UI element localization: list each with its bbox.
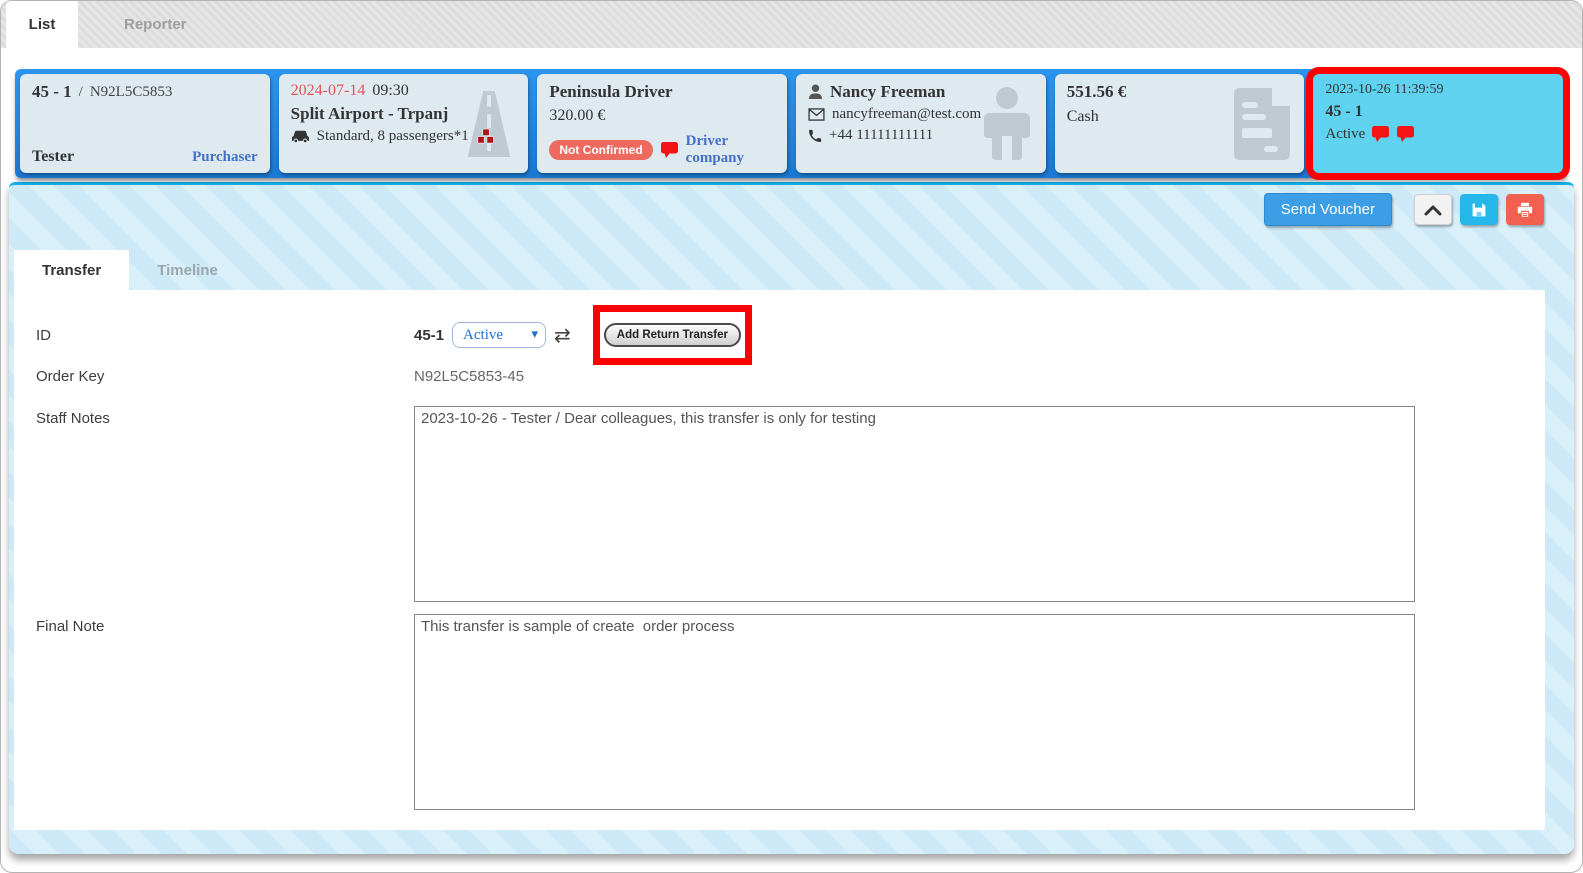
staff-notes-row: Staff Notes 2023-10-26 - Tester / Dear c… — [36, 406, 1545, 602]
action-toolbar: Send Voucher — [9, 185, 1574, 226]
order-key-value: N92L5C5853-45 — [414, 368, 525, 385]
order-key-label: Order Key — [36, 368, 105, 385]
save-button[interactable] — [1460, 194, 1498, 225]
person-icon — [808, 84, 823, 100]
final-note-textarea[interactable]: This transfer is sample of create order … — [414, 614, 1415, 810]
driver-company-link[interactable]: Driver company — [686, 133, 775, 167]
detail-panel: Send Voucher Transfer Timeline ID 45-1 A… — [9, 182, 1574, 854]
summary-cards-band: 45 - 1 / N92L5C5853 Tester Purchaser 202 — [15, 69, 1568, 178]
print-button[interactable] — [1506, 194, 1544, 225]
payment-card: 551.56 € Cash — [1054, 74, 1305, 173]
annotation-rectangle: Add Return Transfer — [592, 305, 752, 365]
luggage-icon — [476, 128, 496, 145]
save-icon — [1471, 202, 1487, 218]
status-card: 2023-10-26 11:39:59 45 - 1 Active — [1313, 74, 1564, 173]
final-note-row: Final Note This transfer is sample of cr… — [36, 614, 1545, 810]
driver-card: Peninsula Driver 320.00 € Not Confirmed … — [537, 74, 788, 173]
phone-icon — [808, 129, 822, 143]
driver-price: 320.00 € — [549, 107, 606, 124]
tab-list[interactable]: List — [6, 1, 78, 48]
status-created: 2023-10-26 11:39:59 — [1325, 82, 1444, 97]
add-return-transfer-button[interactable]: Add Return Transfer — [603, 323, 741, 347]
payment-method: Cash — [1066, 108, 1099, 125]
tab-transfer[interactable]: Transfer — [14, 250, 130, 290]
trip-time: 09:30 — [372, 82, 409, 99]
id-row: ID 45-1 Active ▾ ⇄ Add Return Transfer — [36, 305, 1545, 365]
payment-amount: 551.56 € — [1066, 82, 1127, 101]
final-note-label: Final Note — [36, 618, 105, 635]
order-separator: / — [78, 83, 83, 100]
status-id: 45 - 1 — [1325, 103, 1363, 120]
trip-route: Split Airport - Trpanj — [290, 104, 449, 123]
app-window: List Reporter 45 - 1 / N92L5C5853 Tester… — [0, 0, 1583, 873]
status-badge: Not Confirmed — [549, 140, 653, 160]
driver-name: Peninsula Driver — [549, 82, 673, 101]
car-icon — [291, 130, 310, 144]
order-customer-name: Tester — [32, 148, 75, 165]
status-chat-icon-2[interactable] — [1397, 126, 1415, 143]
transfer-form: ID 45-1 Active ▾ ⇄ Add Return Transfer O… — [14, 290, 1545, 830]
order-card: 45 - 1 / N92L5C5853 Tester Purchaser — [20, 74, 270, 173]
chevron-up-icon — [1424, 204, 1442, 216]
top-tab-bar: List Reporter — [1, 1, 1582, 48]
order-code: N92L5C5853 — [89, 83, 173, 100]
swap-transfer-icon[interactable]: ⇄ — [554, 325, 571, 345]
purchaser-link[interactable]: Purchaser — [192, 149, 258, 166]
printer-icon — [1517, 202, 1533, 218]
trip-card: 2024-07-14 09:30 Split Airport - Trpanj … — [278, 74, 529, 173]
collapse-button[interactable] — [1414, 194, 1452, 225]
detail-tab-bar: Transfer Timeline — [14, 250, 1574, 290]
transfer-id-value: 45-1 — [414, 326, 445, 344]
staff-notes-label: Staff Notes — [36, 410, 110, 427]
order-id: 45 - 1 — [32, 82, 72, 101]
order-key-row: Order Key N92L5C5853-45 — [36, 364, 1545, 404]
trip-date: 2024-07-14 — [290, 82, 366, 99]
customer-card: Nancy Freeman nancyfreeman@test.com +44 … — [796, 74, 1046, 173]
driver-chat-icon[interactable] — [660, 141, 679, 159]
email-icon — [808, 108, 825, 121]
send-voucher-button[interactable]: Send Voucher — [1263, 193, 1392, 226]
status-select-wrap: Active ▾ — [452, 322, 547, 348]
id-label: ID — [36, 326, 51, 344]
status-chat-icon-1[interactable] — [1372, 126, 1390, 143]
customer-email: nancyfreeman@test.com — [832, 106, 982, 122]
customer-phone: +44 11111111111 — [829, 127, 934, 143]
status-select[interactable]: Active — [452, 322, 547, 348]
trip-vehicle: Standard, 8 passengers*1 — [316, 128, 469, 144]
tab-timeline[interactable]: Timeline — [129, 250, 246, 290]
customer-name: Nancy Freeman — [830, 82, 946, 101]
tab-reporter[interactable]: Reporter — [106, 1, 205, 48]
status-state: Active — [1325, 126, 1366, 142]
staff-notes-textarea[interactable]: 2023-10-26 - Tester / Dear colleagues, t… — [414, 406, 1415, 602]
